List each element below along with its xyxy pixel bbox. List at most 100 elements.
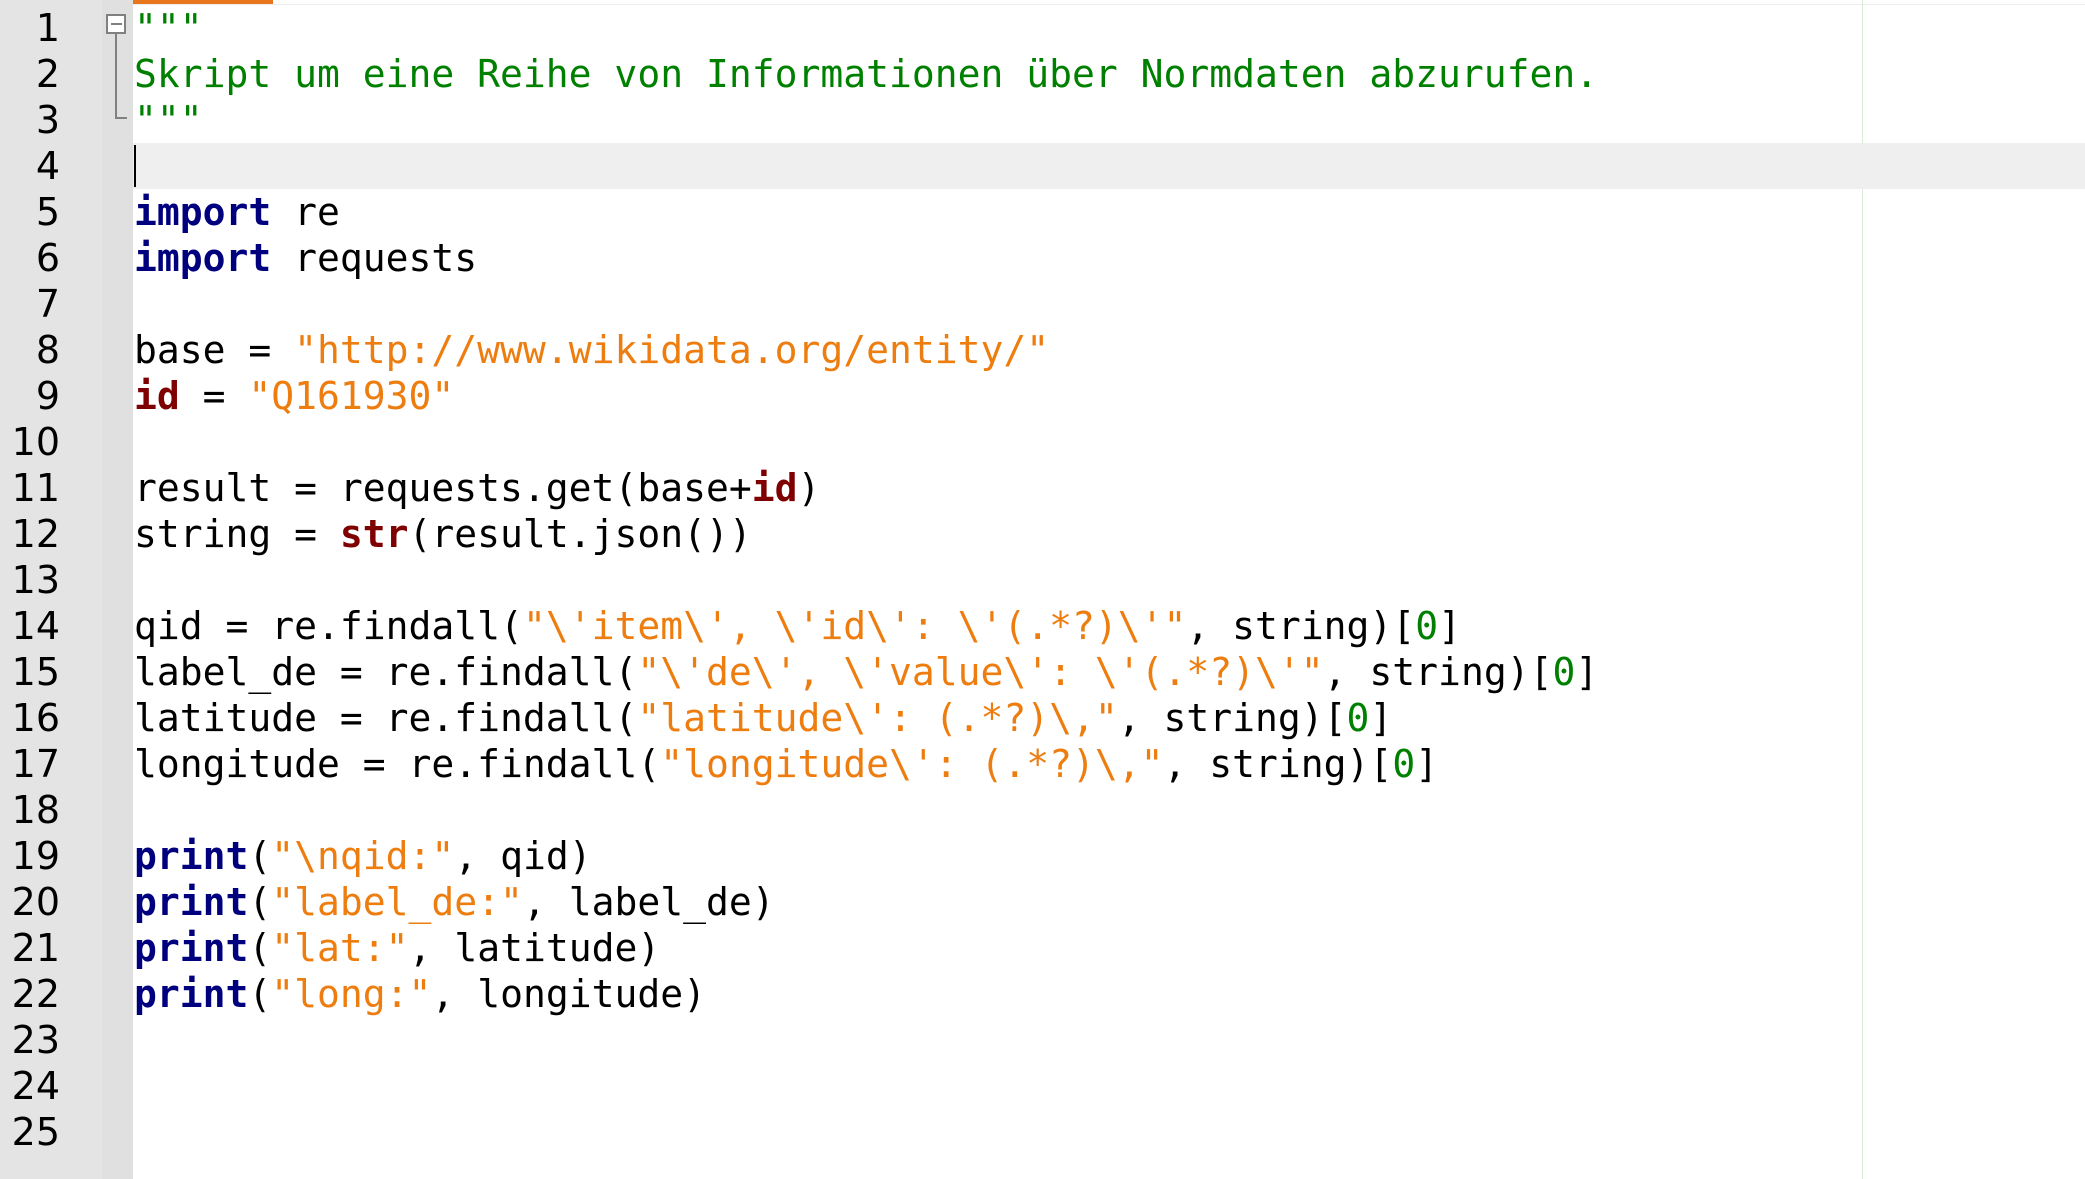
code-line[interactable]: import requests (134, 235, 1598, 281)
code-token-plain: ] (1438, 604, 1461, 648)
code-token-plain: , qid) (454, 834, 592, 878)
code-token-doc: """ (134, 98, 203, 142)
line-number: 21 (11, 926, 60, 970)
line-number: 13 (11, 558, 60, 602)
code-token-kw: import (134, 190, 272, 234)
code-line[interactable] (134, 1063, 1598, 1109)
code-line[interactable]: print("label_de:", label_de) (134, 879, 1598, 925)
code-line[interactable]: print("lat:", latitude) (134, 925, 1598, 971)
code-token-plain: ( (248, 972, 272, 1016)
line-number: 9 (35, 374, 60, 418)
code-line[interactable] (134, 787, 1598, 833)
code-token-str: "label_de:" (271, 880, 523, 924)
code-token-num: 0 (1392, 742, 1416, 786)
code-token-plain: latitude = re.findall( (134, 696, 638, 740)
code-token-str: "latitude\': (.*?)\," (637, 696, 1118, 740)
code-line[interactable]: id = "Q161930" (134, 373, 1598, 419)
code-line[interactable]: print("\nqid:", qid) (134, 833, 1598, 879)
code-line[interactable]: label_de = re.findall("\'de\', \'value\'… (134, 649, 1598, 695)
line-number: 11 (11, 466, 60, 510)
code-token-plain: label_de = re.findall( (134, 650, 638, 694)
line-number: 5 (35, 190, 60, 234)
code-line[interactable]: """ (134, 5, 1598, 51)
code-line[interactable] (134, 143, 1598, 189)
code-line[interactable]: Skript um eine Reihe von Informationen ü… (134, 51, 1598, 97)
code-token-plain: result = requests.get(base+ (134, 466, 752, 510)
code-token-str: "lat:" (271, 926, 409, 970)
code-line[interactable]: qid = re.findall("\'item\', \'id\': \'(.… (134, 603, 1598, 649)
line-number: 12 (11, 512, 60, 556)
code-token-plain: ] (1575, 650, 1599, 694)
code-token-plain: string = (134, 512, 340, 556)
code-area[interactable]: """ Skript um eine Reihe von Informatione… (134, 5, 1598, 1155)
line-number: 22 (11, 972, 60, 1016)
code-line[interactable]: longitude = re.findall("longitude\': (.*… (134, 741, 1598, 787)
line-number: 14 (11, 604, 60, 648)
code-token-str: "long:" (271, 972, 432, 1016)
minus-box-icon[interactable] (106, 14, 126, 34)
code-token-kw: print (134, 926, 249, 970)
code-token-kw: print (134, 972, 249, 1016)
fold-range-end (115, 117, 127, 119)
code-token-builtin: str (339, 512, 409, 556)
code-token-plain: , string)[ (1117, 696, 1347, 740)
code-line[interactable] (134, 1017, 1598, 1063)
code-token-plain: longitude = re.findall( (134, 742, 661, 786)
code-line[interactable]: base = "http://www.wikidata.org/entity/" (134, 327, 1598, 373)
line-number: 2 (35, 52, 60, 96)
line-number: 20 (11, 880, 60, 924)
code-token-plain: ( (248, 926, 272, 970)
code-line[interactable] (134, 419, 1598, 465)
code-line[interactable]: string = str(result.json()) (134, 511, 1598, 557)
code-token-str: "Q161930" (248, 374, 455, 418)
line-number: 15 (11, 650, 60, 694)
code-token-plain: , string)[ (1323, 650, 1553, 694)
line-number: 16 (11, 696, 60, 740)
line-number: 3 (35, 98, 60, 142)
code-token-plain: ] (1415, 742, 1439, 786)
code-token-kw: print (134, 880, 249, 924)
code-token-plain: = (179, 374, 249, 418)
line-number: 10 (11, 420, 60, 464)
code-token-num: 0 (1552, 650, 1576, 694)
code-token-kw: print (134, 834, 249, 878)
code-token-plain: (result.json()) (408, 512, 752, 556)
code-token-plain: , string)[ (1186, 604, 1416, 648)
code-line[interactable] (134, 1109, 1598, 1155)
line-number: 6 (35, 236, 60, 280)
code-token-str: "longitude\': (.*?)\," (660, 742, 1164, 786)
code-token-str: "http://www.wikidata.org/entity/" (294, 328, 1050, 372)
line-number: 8 (35, 328, 60, 372)
line-number: 19 (11, 834, 60, 878)
line-number: 1 (35, 6, 60, 50)
code-token-doc: """ (134, 6, 203, 50)
code-token-plain: , label_de) (522, 880, 775, 924)
code-line[interactable] (134, 281, 1598, 327)
code-token-plain: ( (248, 880, 272, 924)
code-token-plain: ] (1369, 696, 1393, 740)
fold-range-line (115, 34, 117, 119)
line-number: 4 (35, 144, 60, 188)
code-token-plain: , longitude) (431, 972, 706, 1016)
code-token-plain: base = (134, 328, 295, 372)
code-token-num: 0 (1346, 696, 1370, 740)
code-token-str: "\'de\', \'value\': \'(.*?)\'" (637, 650, 1324, 694)
line-number: 23 (11, 1018, 60, 1062)
code-token-plain: , string)[ (1163, 742, 1393, 786)
code-token-num: 0 (1415, 604, 1439, 648)
code-line[interactable]: print("long:", longitude) (134, 971, 1598, 1017)
code-token-builtin: id (751, 466, 798, 510)
code-line[interactable]: latitude = re.findall("latitude\': (.*?)… (134, 695, 1598, 741)
code-token-plain: ) (797, 466, 821, 510)
code-token-plain: qid = re.findall( (134, 604, 523, 648)
code-token-plain: , latitude) (408, 926, 661, 970)
line-number: 18 (11, 788, 60, 832)
code-line[interactable] (134, 557, 1598, 603)
code-line[interactable]: """ (134, 97, 1598, 143)
code-line[interactable]: import re (134, 189, 1598, 235)
code-editor[interactable]: 1 2 3 4 5 6 7 8 9 10 11 12 13 14 15 16 17 18 19 20 21 22 23 24 2… (0, 0, 2085, 1179)
code-token-kw: import (134, 236, 272, 280)
code-token-str: "\nqid:" (271, 834, 455, 878)
line-number: 7 (35, 282, 60, 326)
code-line[interactable]: result = requests.get(base+id) (134, 465, 1598, 511)
